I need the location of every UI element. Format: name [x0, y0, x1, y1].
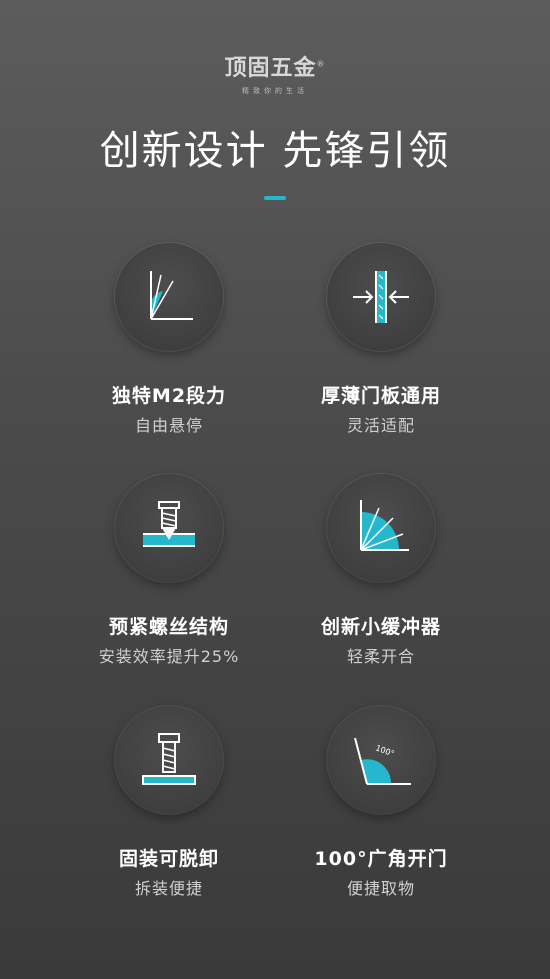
screw-pretension-icon	[143, 501, 195, 547]
feature-subtitle: 轻柔开合	[346, 647, 415, 666]
feature-icon-circle: 100°	[327, 706, 435, 814]
feature-title: 创新小缓冲器	[320, 616, 441, 638]
page-headline: 创新设计 先锋引领	[99, 128, 451, 174]
feature-subtitle: 安装效率提升25%	[98, 647, 240, 666]
feature-title: 100°广角开门	[314, 848, 448, 870]
feature-title: 独特M2段力	[111, 385, 227, 407]
wide-angle-100-icon: 100°	[354, 737, 411, 785]
feature-subtitle: 自由悬停	[134, 416, 203, 435]
buffer-angle-icon	[360, 500, 409, 551]
feature-title: 固装可脱卸	[118, 848, 219, 870]
feature-subtitle: 灵活适配	[346, 416, 415, 435]
feature-icon-circle	[327, 474, 435, 582]
registered-mark: ®	[316, 59, 326, 69]
brand-logo: 顶固五金® 精致你的生活	[0, 50, 550, 96]
feature-title: 预紧螺丝结构	[108, 616, 229, 638]
brand-name: 顶固五金	[224, 56, 317, 81]
feature-icon-circle	[115, 474, 223, 582]
feature-card-hover: 独特M2段力 自由悬停	[59, 243, 279, 436]
feature-icon-circle	[115, 243, 223, 351]
feature-card-buffer: 创新小缓冲器 轻柔开合	[271, 474, 491, 667]
feature-icon-circle	[115, 706, 223, 814]
feature-card-door-thickness: 厚薄门板通用 灵活适配	[271, 243, 491, 436]
feature-card-detachable: 固装可脱卸 拆装便捷	[59, 706, 279, 899]
feature-card-screw: 预紧螺丝结构 安装效率提升25%	[59, 474, 279, 667]
feature-icon-circle	[327, 243, 435, 351]
angle-label: 100°	[374, 743, 395, 758]
feature-subtitle: 拆装便捷	[134, 879, 203, 898]
accent-divider	[264, 196, 286, 200]
feature-subtitle: 便捷取物	[346, 879, 415, 898]
bolt-detach-icon	[142, 733, 196, 785]
angle-hover-icon	[150, 271, 193, 320]
feature-card-wide-angle: 100° 100°广角开门 便捷取物	[271, 706, 491, 899]
brand-slogan: 精致你的生活	[242, 87, 308, 95]
door-thickness-icon	[353, 271, 409, 323]
feature-title: 厚薄门板通用	[320, 385, 441, 407]
